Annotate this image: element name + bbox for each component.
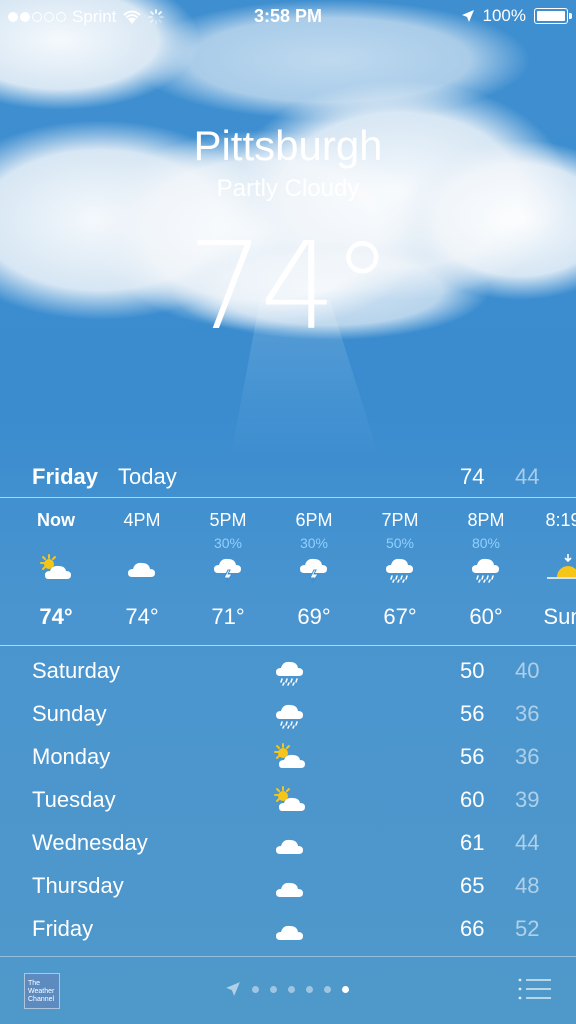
daily-row: Wednesday 61 44 (0, 824, 576, 867)
page-dot (324, 985, 331, 993)
daily-high: 60 (460, 787, 485, 812)
hour-temp: 69° (297, 604, 331, 629)
battery-percent: 100% (482, 6, 526, 25)
daily-row: Monday 56 36 (0, 738, 576, 781)
daily-high: 56 (460, 744, 485, 769)
today-day: Friday (32, 464, 99, 489)
hour-time: 8:19 (545, 510, 576, 530)
cloud-icon (276, 839, 303, 854)
rain-icon (276, 661, 303, 686)
city-name: Pittsburgh (193, 122, 383, 169)
divider (0, 645, 576, 646)
daily-low: 39 (515, 787, 540, 812)
daily-low: 48 (515, 873, 540, 898)
daily-low: 52 (515, 916, 540, 941)
cloud-icon (276, 925, 303, 940)
daily-row: Saturday 50 40 (0, 652, 576, 695)
battery-icon (534, 8, 572, 24)
cloud-icon (276, 882, 303, 897)
daily-low: 44 (515, 830, 540, 855)
rain-icon (276, 704, 303, 729)
daily-row: Sunday 56 36 (0, 695, 576, 738)
hour-time: 4PM (123, 510, 161, 530)
hour-precip: 30% (213, 535, 243, 551)
hourly-forecast[interactable]: Now 74° 4PM 74° 5PM 30% 71° 6PM 30% 69° … (0, 498, 576, 644)
status-bar: Sprint 3:58 PM 100% (0, 0, 576, 34)
page-dot-active (342, 985, 349, 993)
today-high: 74 (460, 464, 485, 489)
sunset-icon (547, 554, 576, 579)
daily-high: 56 (460, 701, 485, 726)
hour-precip: 80% (471, 535, 501, 551)
hour-temp: 60° (469, 604, 503, 629)
hour-temp: 74° (39, 604, 73, 629)
daily-day: Thursday (32, 873, 124, 898)
thunderstorm-icon (214, 558, 241, 583)
condition-text: Partly Cloudy (216, 175, 360, 202)
hour-temp: 67° (383, 604, 417, 629)
thunderstorm-icon (300, 558, 327, 583)
page-dot (270, 985, 277, 993)
hour-temp: 71° (211, 604, 245, 629)
hour-precip: 30% (299, 535, 329, 551)
footer-bar: The Weather Channel (0, 957, 576, 1024)
location-arrow-icon (226, 982, 240, 996)
daily-low: 40 (515, 658, 540, 683)
hour-time: 6PM (295, 510, 333, 530)
location-arrow-icon (461, 10, 474, 22)
partly-sunny-icon (274, 743, 305, 768)
today-summary-row: Friday Today 74 44 (0, 458, 576, 496)
daily-day: Friday (32, 916, 94, 941)
daily-high: 61 (460, 830, 485, 855)
daily-low: 36 (515, 701, 540, 726)
hour-time: 8PM (467, 510, 505, 530)
current-temperature: 74° (187, 218, 393, 357)
daily-row: Friday 66 52 (0, 910, 576, 953)
hour-precip: 50% (385, 535, 415, 551)
daily-day: Monday (32, 744, 111, 769)
weather-channel-logo[interactable]: The Weather Channel (24, 973, 60, 1009)
rain-icon (472, 558, 499, 583)
daily-day: Wednesday (32, 830, 148, 855)
daily-row: Tuesday 60 39 (0, 781, 576, 824)
hour-time: 5PM (209, 510, 247, 530)
hour-temp: 74° (125, 604, 159, 629)
hour-temp: Sun (543, 604, 576, 629)
daily-high: 65 (460, 873, 485, 898)
daily-low: 36 (515, 744, 540, 769)
today-low: 44 (515, 464, 540, 489)
daily-day: Tuesday (32, 787, 116, 812)
page-dot (288, 985, 295, 993)
cloud-icon (128, 562, 155, 577)
partly-sunny-icon (40, 554, 71, 579)
list-icon[interactable] (518, 977, 552, 1001)
rain-icon (386, 558, 413, 583)
hour-time: 7PM (381, 510, 419, 530)
partly-sunny-icon (274, 786, 305, 811)
daily-day: Saturday (32, 658, 121, 683)
hour-time: Now (37, 510, 75, 530)
page-indicator[interactable] (225, 981, 349, 997)
daily-high: 66 (460, 916, 485, 941)
today-label: Today (118, 464, 177, 489)
daily-high: 50 (460, 658, 485, 683)
page-dot (306, 985, 313, 993)
daily-day: Sunday (32, 701, 107, 726)
daily-row: Thursday 65 48 (0, 867, 576, 910)
page-dot (252, 985, 259, 993)
